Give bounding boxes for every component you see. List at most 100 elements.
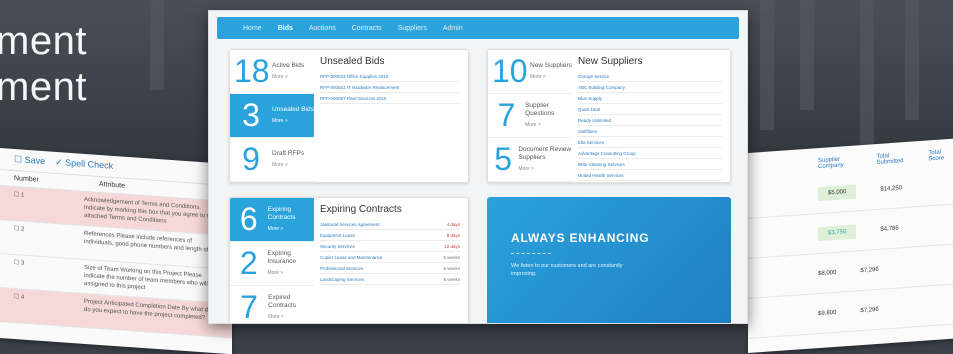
stat-tile[interactable]: 6 Expiring Contracts More > [230,198,314,242]
list-item[interactable]: Ready Unlimited [578,115,722,126]
more-link[interactable]: More > [272,73,304,81]
banner-text: We listen to our customers and are const… [511,263,623,277]
stat-tile[interactable]: 5 Document Review Suppliers More > [488,138,572,182]
stat-label: Document Review Suppliers More > [518,146,572,173]
list-item[interactable]: Janitorial Services Agreement 4 days [320,219,460,230]
save-button[interactable]: ☐ Save [14,154,45,167]
list-item[interactable]: Blue Supply [578,93,722,104]
list-item[interactable]: RFP-000023 Office Supplies 2016 [320,71,460,82]
status-badge: 5 weeks [443,255,460,260]
total-score-cell: $14,250 [880,184,903,193]
row-number: ☐ 4 [14,293,25,301]
stat-label: Expiring Insurance More > [263,250,314,277]
stat-tile[interactable]: 10 New Suppliers More > [488,50,572,94]
list-item[interactable]: RFP-000057 Fleet Services 2016 [320,93,460,104]
stat-count: 3 [242,97,260,133]
status-badge: 6 weeks [443,266,460,271]
list-item[interactable]: Brite Cleaning Services [578,159,722,170]
number-header: Number [14,174,39,184]
item-link[interactable]: Brite Cleaning Services [578,159,625,169]
stat-tile[interactable]: 9 Draft RFPs More > [230,138,314,182]
expiring-contracts-card: 6 Expiring Contracts More >2 Expiring Insur… [229,197,469,324]
always-enhancing-banner: ALWAYS ENHANCING We listen to our custom… [487,197,731,323]
list-item[interactable]: Copier Lease and Maintenance 5 weeks [320,252,460,263]
stat-label: Active Bids More > [272,62,305,81]
total-submitted-cell: $5,000 [818,183,857,201]
row-attribute: References Please include references of … [84,230,209,254]
list-item[interactable]: United Health Services [578,170,722,181]
item-link[interactable]: Janitorial Services Agreement [320,219,380,229]
more-link[interactable]: More > [272,117,314,125]
hero-line-2: ment [0,65,87,109]
nav-admin[interactable]: Admin [443,25,463,32]
more-link[interactable]: More > [525,121,572,129]
more-link[interactable]: More > [518,165,572,173]
nav-bids[interactable]: Bids [278,25,293,32]
card-title: Unsealed Bids [320,56,385,67]
list-item[interactable]: Swiftlines [578,126,722,137]
stat-count: 9 [242,141,260,177]
nav-auctions[interactable]: Auctions [309,25,336,32]
stat-tile[interactable]: 2 Expiring Insurance More > [230,242,314,286]
unsealed-bids-card: 18 Active Bids More >3 Unsealed Bids More >9… [229,49,469,183]
list-item[interactable]: ABC Building Company [578,82,722,93]
stat-label: New Suppliers More > [530,62,572,81]
total-score-header: Total Score [928,149,945,163]
item-link[interactable]: Ella Services [578,137,604,147]
more-link[interactable]: More > [272,161,304,169]
item-link[interactable]: Quick Deal [578,104,600,114]
stat-tile[interactable]: 3 Unsealed Bids More > [230,94,314,138]
item-link[interactable]: Copier Lease and Maintenance [320,252,383,262]
list-item[interactable]: Quick Deal [578,104,722,115]
nav-home[interactable]: Home [243,25,262,32]
list-item[interactable]: RFP-000041 IT Hardware Replacement [320,82,460,93]
list-item[interactable]: Security Services 12 days [320,241,460,252]
list-item[interactable]: Advantage Consulting Group [578,148,722,159]
nav-contracts[interactable]: Contracts [352,25,382,32]
spell-check-button[interactable]: ✓ Spell Check [55,157,113,172]
stat-count: 10 [492,53,528,89]
more-link[interactable]: More > [268,313,314,321]
stat-label: Supplier Questions More > [521,102,572,129]
list-item[interactable]: Ella Services [578,137,722,148]
list-item[interactable]: Orange Service [578,71,722,82]
supplier-company-header: Supplier Company [818,156,844,171]
status-badge: 12 days [444,244,460,249]
item-link[interactable]: Security Services [320,241,355,251]
stat-count: 5 [494,141,513,177]
list-item[interactable]: Equipment Lease 8 days [320,230,460,241]
stat-count: 7 [240,289,258,324]
more-link[interactable]: More > [268,225,314,233]
attribute-header: Attribute [98,180,125,190]
item-link[interactable]: Ready Unlimited [578,115,611,125]
item-link[interactable]: United Health Services [578,170,624,180]
list-item[interactable]: Professional Services 6 weeks [320,263,460,274]
item-link[interactable]: Swiftlines [578,126,597,136]
stat-label: Expiring Contracts More > [264,206,314,233]
status-badge: 8 days [446,233,460,238]
row-number: ☐ 1 [14,191,25,199]
item-link[interactable]: RFP-000023 Office Supplies 2016 [320,71,388,81]
dashboard-window: Home Bids Auctions Contracts Suppliers Admin … [208,10,748,324]
item-link[interactable]: Equipment Lease [320,230,355,240]
status-badge: 8 weeks [443,277,460,282]
row-number: ☐ 3 [14,259,25,267]
item-link[interactable]: Blue Supply [578,93,602,103]
nav-suppliers[interactable]: Suppliers [398,25,427,32]
item-link[interactable]: Orange Service [578,71,609,81]
more-link[interactable]: More > [267,269,314,277]
stat-tile[interactable]: 7 Supplier Questions More > [488,94,572,138]
stat-tile[interactable]: 18 Active Bids More > [230,50,314,94]
item-link[interactable]: RFP-000057 Fleet Services 2016 [320,93,387,103]
more-link[interactable]: More > [530,73,572,81]
list-item[interactable]: Landscaping Services 8 weeks [320,274,460,285]
banner-title: ALWAYS ENHANCING [511,231,650,245]
total-score-cell: $7,296 [860,306,879,314]
stat-tile[interactable]: 7 Expired Contracts More > [230,286,314,324]
item-link[interactable]: Advantage Consulting Group [578,148,636,158]
item-link[interactable]: Landscaping Services [320,274,364,284]
item-link[interactable]: Professional Services [320,263,363,273]
item-link[interactable]: ABC Building Company [578,82,625,92]
row-attribute: Size of Team Working on this Project Ple… [84,264,217,292]
item-link[interactable]: RFP-000041 IT Hardware Replacement [320,82,399,92]
